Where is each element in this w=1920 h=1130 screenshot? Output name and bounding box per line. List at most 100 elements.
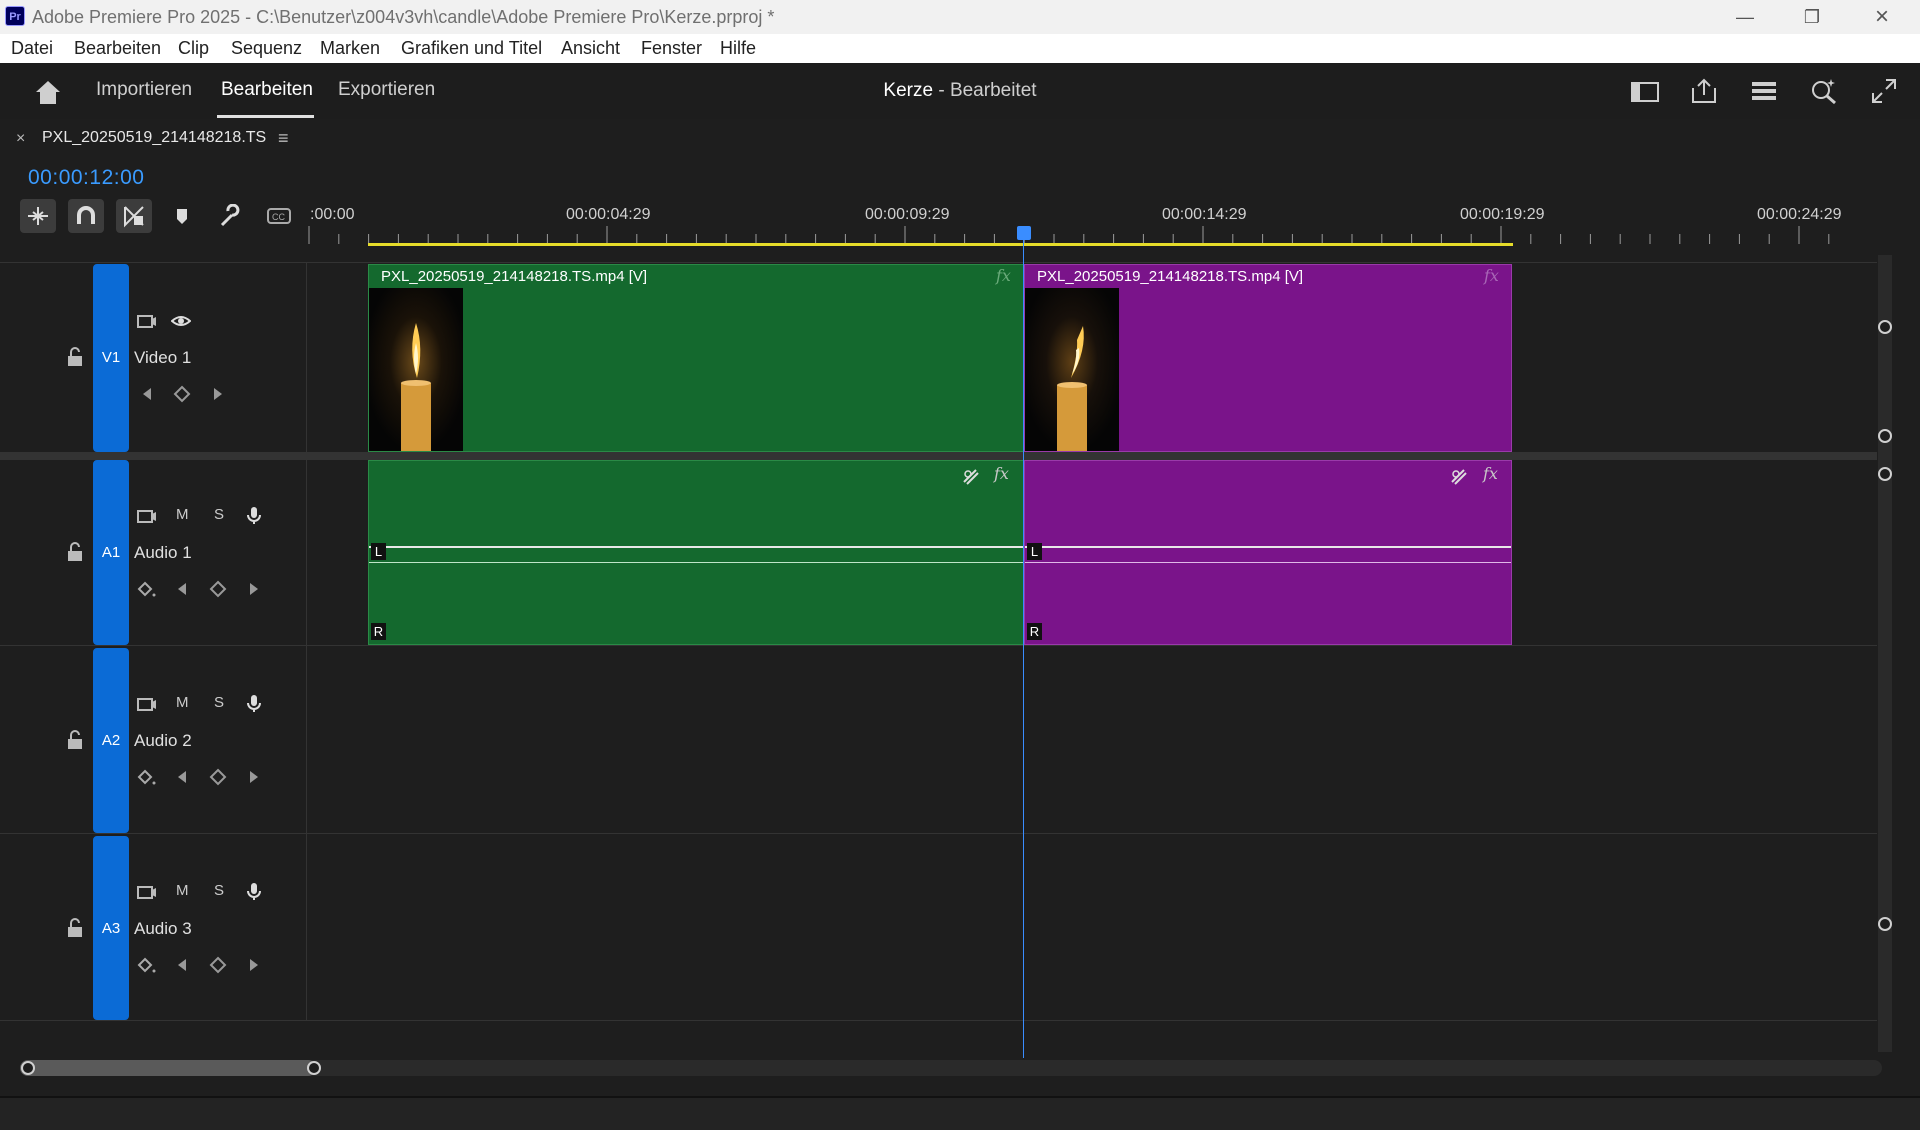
volume-keyframe-icon[interactable] [137,767,157,787]
ruler-label: 00:00:24:29 [1757,206,1842,223]
video-clip[interactable]: PXL_20250519_214148218.TS.mp4 [V] fx [368,264,1024,452]
workspaces-icon[interactable] [1749,76,1779,106]
microphone-icon[interactable] [244,693,264,713]
next-keyframe-icon[interactable] [244,767,264,787]
sync-lock-icon[interactable] [136,311,156,331]
sequence-tab[interactable]: PXL_20250519_214148218.TS [42,129,266,147]
vscroll-audio-handle-top[interactable] [1878,467,1892,481]
video-clip[interactable]: PXL_20250519_214148218.TS.mp4 [V] fx [1024,264,1512,452]
minimize-icon[interactable]: — [1715,0,1775,34]
add-keyframe-icon[interactable] [172,384,192,404]
snap-magnet-icon[interactable] [68,199,104,233]
vscroll-video-handle-bottom[interactable] [1878,429,1892,443]
zoom-handle-right[interactable] [307,1061,321,1075]
next-keyframe-icon[interactable] [244,955,264,975]
microphone-icon[interactable] [244,881,264,901]
mute-button[interactable]: M [176,694,189,711]
audio-clip[interactable]: fx L R [1024,460,1512,645]
add-keyframe-icon[interactable] [208,579,228,599]
insert-icon[interactable] [20,199,56,233]
mute-button[interactable]: M [176,506,189,523]
playhead-timecode[interactable]: 00:00:12:00 [28,166,144,190]
next-keyframe-icon[interactable] [208,384,228,404]
menu-marken[interactable]: Marken [320,34,380,63]
zoom-scroll-thumb[interactable] [20,1060,316,1076]
eye-icon[interactable] [171,311,191,331]
menu-datei[interactable]: Datei [11,34,53,63]
lock-icon[interactable] [65,730,85,750]
sync-lock-icon[interactable] [136,506,156,526]
home-icon[interactable] [33,78,63,106]
work-area-bar[interactable] [368,243,1513,246]
audio-effect-icon [1451,469,1467,485]
playhead-line[interactable] [1023,228,1024,1058]
mute-button[interactable]: M [176,882,189,899]
sync-lock-icon[interactable] [136,694,156,714]
restore-icon[interactable]: ❐ [1782,0,1842,34]
panel-layout-icon[interactable] [1630,76,1660,106]
lock-icon[interactable] [65,347,85,367]
vscroll-video-handle-top[interactable] [1878,320,1892,334]
menu-ansicht[interactable]: Ansicht [561,34,620,63]
menu-fenster[interactable]: Fenster [641,34,702,63]
vscroll-audio-handle-bottom[interactable] [1878,917,1892,931]
add-marker-icon[interactable] [164,199,200,233]
menu-bearbeiten[interactable]: Bearbeiten [74,34,161,63]
track-divider [0,645,1877,646]
audio-clip[interactable]: fx L R [368,460,1024,645]
next-keyframe-icon[interactable] [244,579,264,599]
lock-icon[interactable] [65,542,85,562]
linked-selection-icon[interactable] [116,199,152,233]
playhead-handle[interactable] [1017,226,1031,240]
captions-icon[interactable]: CC [260,199,296,233]
prev-keyframe-icon[interactable] [172,955,192,975]
volume-keyframe-icon[interactable] [137,579,157,599]
lock-icon[interactable] [65,918,85,938]
tab-bearbeiten[interactable]: Bearbeiten [221,63,313,117]
close-tab-icon[interactable]: × [16,130,25,148]
fx-badge: fx [996,266,1011,285]
channel-divider [369,562,1023,563]
left-channel-label: L [1027,543,1042,560]
track-name: Audio 2 [134,731,192,750]
fullscreen-icon[interactable] [1869,76,1899,106]
menu-sequenz[interactable]: Sequenz [231,34,302,63]
solo-button[interactable]: S [214,506,224,523]
add-keyframe-icon[interactable] [208,767,228,787]
share-icon[interactable] [1689,76,1719,106]
ruler-label: 00:00:09:29 [865,206,950,223]
channel-divider [1025,562,1511,563]
wrench-icon[interactable] [212,199,248,233]
volume-keyframe-icon[interactable] [137,955,157,975]
volume-line[interactable] [1025,546,1511,548]
add-keyframe-icon[interactable] [208,955,228,975]
vertical-scrollbar[interactable] [1878,255,1892,1052]
ruler-label: 00:00:14:29 [1162,206,1247,223]
solo-button[interactable]: S [214,694,224,711]
active-tab-indicator [217,115,314,118]
track-divider [0,262,1877,263]
track-divider [0,1020,1877,1021]
tab-importieren[interactable]: Importieren [96,63,192,117]
track-name: Audio 1 [134,543,192,562]
panel-menu-icon[interactable]: ≡ [278,128,289,149]
search-icon[interactable] [1809,76,1839,106]
fx-badge: fx [994,464,1009,483]
prev-keyframe-icon[interactable] [137,384,157,404]
premiere-app-icon: Pr [5,6,25,26]
menu-grafiken-und-titel[interactable]: Grafiken und Titel [401,34,542,63]
sync-lock-icon[interactable] [136,882,156,902]
tab-exportieren[interactable]: Exportieren [338,63,435,117]
menu-clip[interactable]: Clip [178,34,209,63]
solo-button[interactable]: S [214,882,224,899]
clip-title: PXL_20250519_214148218.TS.mp4 [V] [381,268,648,285]
zoom-handle-left[interactable] [21,1061,35,1075]
prev-keyframe-icon[interactable] [172,767,192,787]
prev-keyframe-icon[interactable] [172,579,192,599]
menu-hilfe[interactable]: Hilfe [720,34,756,63]
fx-badge: fx [1483,464,1498,483]
volume-line[interactable] [369,546,1023,548]
microphone-icon[interactable] [244,505,264,525]
track-divider [0,833,1877,834]
close-icon[interactable]: × [1852,0,1912,34]
